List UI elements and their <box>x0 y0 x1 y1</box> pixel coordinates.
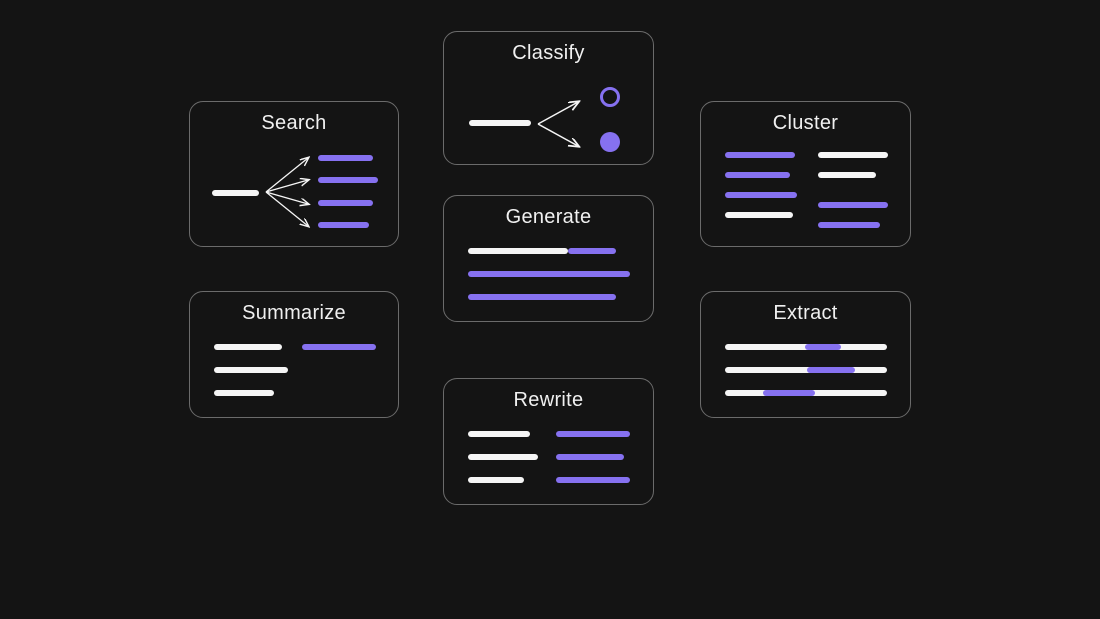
summarize-src-2 <box>214 367 288 373</box>
search-card: Search <box>189 101 399 247</box>
search-result-4 <box>318 222 369 228</box>
search-result-1 <box>318 155 373 161</box>
generate-line-1b <box>568 248 616 254</box>
classify-title: Classify <box>444 42 653 65</box>
cluster-title: Cluster <box>701 112 910 135</box>
cluster-card: Cluster <box>700 101 911 247</box>
summarize-src-1 <box>214 344 282 350</box>
extract-entity-3 <box>763 390 815 396</box>
classify-output-filled-icon <box>600 132 620 152</box>
summarize-src-3 <box>214 390 274 396</box>
classify-card: Classify <box>443 31 654 165</box>
cluster-l4 <box>725 212 793 218</box>
search-query-bar <box>212 190 259 196</box>
classify-input-bar <box>469 120 531 126</box>
summarize-title: Summarize <box>190 302 398 325</box>
classify-output-empty-icon <box>600 87 620 107</box>
rewrite-out-3 <box>556 477 630 483</box>
generate-line-1a <box>468 248 568 254</box>
rewrite-src-1 <box>468 431 530 437</box>
extract-line-2 <box>725 367 887 373</box>
cluster-r1 <box>818 152 888 158</box>
generate-line-3 <box>468 294 616 300</box>
generate-card: Generate <box>443 195 654 322</box>
rewrite-out-2 <box>556 454 624 460</box>
rewrite-src-2 <box>468 454 538 460</box>
cluster-l3 <box>725 192 797 198</box>
classify-arrows-icon <box>534 94 594 154</box>
extract-title: Extract <box>701 302 910 325</box>
generate-line-2 <box>468 271 630 277</box>
extract-card: Extract <box>700 291 911 418</box>
search-title: Search <box>190 112 398 135</box>
cluster-r4 <box>818 222 880 228</box>
rewrite-out-1 <box>556 431 630 437</box>
extract-entity-2 <box>807 367 855 373</box>
summarize-card: Summarize <box>189 291 399 418</box>
extract-entity-1 <box>805 344 841 350</box>
cluster-l1 <box>725 152 795 158</box>
rewrite-title: Rewrite <box>444 389 653 412</box>
search-result-3 <box>318 200 373 206</box>
cluster-r3 <box>818 202 888 208</box>
cluster-r2 <box>818 172 876 178</box>
rewrite-src-3 <box>468 477 524 483</box>
rewrite-card: Rewrite <box>443 378 654 505</box>
summarize-output <box>302 344 376 350</box>
cluster-l2 <box>725 172 790 178</box>
search-result-2 <box>318 177 378 183</box>
search-arrows-icon <box>262 150 322 240</box>
generate-title: Generate <box>444 206 653 229</box>
